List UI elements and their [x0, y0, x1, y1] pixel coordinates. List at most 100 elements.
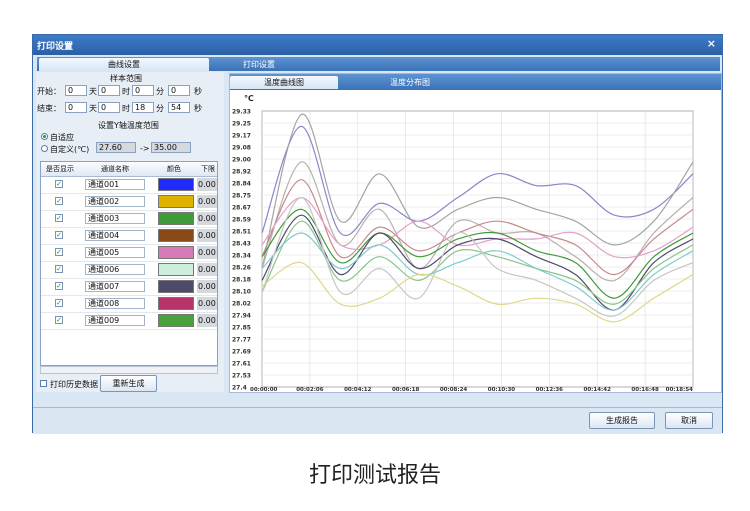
ymin-input[interactable]: 27.60: [96, 142, 136, 153]
y-tick-label: 28.26: [232, 265, 251, 272]
channel-name-field[interactable]: 通道008: [85, 298, 145, 309]
low-limit-value[interactable]: 0.00: [197, 263, 217, 276]
y-tick-label: 28.18: [232, 277, 251, 284]
low-limit-value[interactable]: 0.00: [197, 314, 217, 327]
y-tick-label: 28.84: [232, 181, 251, 188]
status-bar: 生成报告 取消: [33, 407, 722, 434]
y-tick-label: 28.51: [232, 229, 251, 236]
cancel-button[interactable]: 取消: [665, 412, 713, 429]
y-tick-label: 29.00: [232, 157, 251, 164]
channel-name-field[interactable]: 通道003: [85, 213, 145, 224]
print-history-checkbox[interactable]: [40, 380, 47, 387]
hour-unit: 时: [122, 104, 130, 113]
y-tick-label: 27.61: [232, 361, 251, 368]
start-label: 开始：: [37, 87, 61, 96]
color-swatch[interactable]: [158, 297, 194, 310]
start-a-input[interactable]: 0: [65, 85, 87, 96]
y-tick-label: 27.94: [232, 313, 251, 320]
low-limit-value[interactable]: 0.00: [197, 297, 217, 310]
table-row: ✓ 通道005 0.00: [41, 244, 217, 262]
regenerate-button[interactable]: 重新生成: [100, 375, 157, 392]
channel-name-field[interactable]: 通道007: [85, 281, 145, 292]
start-hour-input[interactable]: 0: [132, 85, 154, 96]
low-limit-value[interactable]: 0.00: [197, 246, 217, 259]
sec-unit: 秒: [194, 104, 202, 113]
end-a-input[interactable]: 0: [65, 102, 87, 113]
low-limit-value[interactable]: 0.00: [197, 178, 217, 191]
show-checkbox[interactable]: ✓: [55, 248, 63, 256]
header-color: 颜色: [151, 162, 197, 177]
channel-name-field[interactable]: 通道006: [85, 264, 145, 275]
low-limit-value[interactable]: 0.00: [197, 212, 217, 225]
show-checkbox[interactable]: ✓: [55, 180, 63, 188]
color-swatch[interactable]: [158, 314, 194, 327]
show-checkbox[interactable]: ✓: [55, 299, 63, 307]
hour-unit: 时: [122, 87, 130, 96]
table-hscrollbar[interactable]: [40, 366, 218, 374]
y-tick-label: 29.17: [232, 133, 251, 140]
custom-radio[interactable]: [41, 145, 48, 152]
generate-report-button[interactable]: 生成报告: [589, 412, 655, 429]
low-limit-value[interactable]: 0.00: [197, 229, 217, 242]
temperature-line-chart: ℃ 29.33 29.25 29.17 29.08 29.00 28.92 28.84 28.7…: [232, 94, 694, 393]
channel-name-field[interactable]: 通道002: [85, 196, 145, 207]
start-min-input[interactable]: 0: [168, 85, 190, 96]
channel-name-field[interactable]: 通道001: [85, 179, 145, 190]
table-row: ✓ 通道003 0.00: [41, 210, 217, 228]
print-settings-dialog: 打印设置 × 曲线设置 打印设置 样本范围 开始： 0 天 0 时 0 分 0 …: [32, 34, 723, 434]
y-tick-label: 29.08: [232, 145, 251, 152]
range-arrow: ->: [140, 144, 150, 153]
close-icon[interactable]: ×: [707, 37, 716, 50]
show-checkbox[interactable]: ✓: [55, 265, 63, 273]
end-min-input[interactable]: 54: [168, 102, 190, 113]
show-checkbox[interactable]: ✓: [55, 214, 63, 222]
color-swatch[interactable]: [158, 246, 194, 259]
color-swatch[interactable]: [158, 195, 194, 208]
channel-name-field[interactable]: 通道005: [85, 247, 145, 258]
x-tick-label: 00:18:54: [666, 387, 694, 393]
end-label: 结束：: [37, 104, 61, 113]
show-checkbox[interactable]: ✓: [55, 282, 63, 290]
start-day-input[interactable]: 0: [98, 85, 120, 96]
low-limit-value[interactable]: 0.00: [197, 280, 217, 293]
show-checkbox[interactable]: ✓: [55, 316, 63, 324]
tab-temperature-curve[interactable]: 温度曲线图: [230, 76, 338, 89]
y-tick-label: 29.25: [232, 121, 251, 128]
table-row: ✓ 通道002 0.00: [41, 193, 217, 211]
chart-tab-bar: 温度曲线图 温度分布图: [230, 74, 721, 90]
show-checkbox[interactable]: ✓: [55, 231, 63, 239]
channel-name-field[interactable]: 通道004: [85, 230, 145, 241]
channel-name-field[interactable]: 通道009: [85, 315, 145, 326]
y-tick-label: 28.75: [232, 193, 251, 200]
y-tick-label: 28.67: [232, 205, 251, 212]
sec-unit: 秒: [194, 87, 202, 96]
left-panel: 样本范围 开始： 0 天 0 时 0 分 0 秒 结束： 0 天 0 时 18 …: [36, 72, 224, 392]
table-row: ✓ 通道006 0.00: [41, 261, 217, 279]
custom-label: 自定义(℃): [50, 145, 90, 154]
x-tick-label: 00:06:18: [392, 387, 420, 393]
y-tick-label: 27.4: [232, 385, 247, 392]
ymax-input[interactable]: 35.00: [151, 142, 191, 153]
color-swatch[interactable]: [158, 280, 194, 293]
color-swatch[interactable]: [158, 229, 194, 242]
header-low: 下限: [197, 162, 217, 177]
tab-curve-settings[interactable]: 曲线设置: [39, 58, 209, 71]
auto-radio[interactable]: [41, 133, 48, 140]
color-swatch[interactable]: [158, 263, 194, 276]
day-unit: 天: [89, 87, 97, 96]
color-swatch[interactable]: [158, 178, 194, 191]
caption-text: 打印测试报告: [308, 463, 441, 488]
end-hour-input[interactable]: 18: [132, 102, 154, 113]
y-tick-label: 28.10: [232, 289, 251, 296]
tab-temperature-distribution[interactable]: 温度分布图: [360, 76, 460, 89]
y-tick-label: 28.34: [232, 253, 251, 260]
x-tick-label: 00:00:00: [250, 387, 278, 393]
table-row: ✓ 通道009 0.00: [41, 312, 217, 330]
show-checkbox[interactable]: ✓: [55, 197, 63, 205]
low-limit-value[interactable]: 0.00: [197, 195, 217, 208]
y-tick-label: 27.77: [232, 337, 251, 344]
end-day-input[interactable]: 0: [98, 102, 120, 113]
y-unit-label: ℃: [244, 94, 254, 103]
color-swatch[interactable]: [158, 212, 194, 225]
tab-print-settings[interactable]: 打印设置: [209, 58, 309, 71]
